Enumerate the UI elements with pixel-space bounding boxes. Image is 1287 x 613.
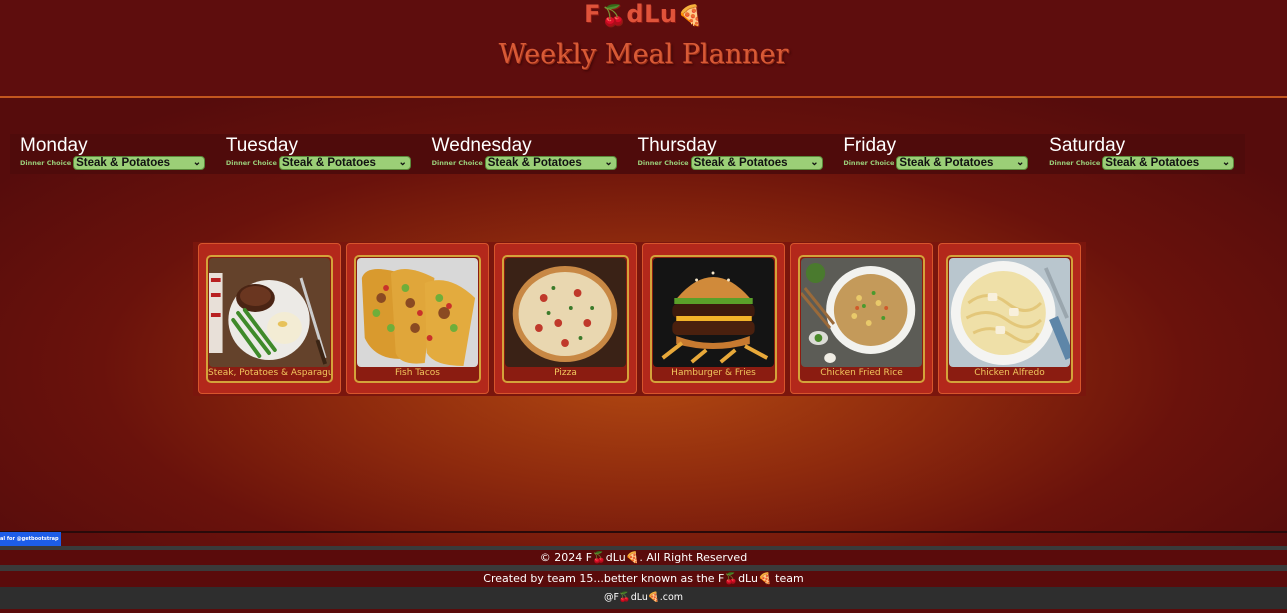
select-value: Steak & Potatoes — [693, 157, 788, 169]
meal-cards-strip: Steak, Potatoes & Asparagus Fish Tacos P… — [193, 242, 1086, 396]
meal-card-steak[interactable]: Steak, Potatoes & Asparagus — [198, 243, 341, 394]
day-thursday: Thursday Dinner Choice Steak & Potatoes ⌄ — [627, 134, 833, 174]
meal-card-pizza[interactable]: Pizza — [494, 243, 637, 394]
select-value: Steak & Potatoes — [281, 157, 376, 169]
footer-top-divider — [0, 531, 1287, 533]
meal-name: Chicken Fried Rice — [820, 368, 903, 378]
dinner-choice-select[interactable]: Steak & Potatoes ⌄ — [1102, 156, 1235, 170]
dinner-choice-label: Dinner Choice — [225, 159, 277, 167]
page-title: Weekly Meal Planner — [498, 39, 789, 70]
select-value: Steak & Potatoes — [899, 157, 994, 169]
dinner-choice-label: Dinner Choice — [431, 159, 483, 167]
pizza-image — [505, 258, 626, 367]
day-monday: Monday Dinner Choice Steak & Potatoes ⌄ — [10, 134, 216, 174]
day-tuesday: Tuesday Dinner Choice Steak & Potatoes ⌄ — [216, 134, 422, 174]
meal-card-chicken-alfredo[interactable]: Chicken Alfredo — [938, 243, 1081, 394]
dinner-choice-label: Dinner Choice — [20, 159, 72, 167]
day-friday: Friday Dinner Choice Steak & Potatoes ⌄ — [833, 134, 1039, 174]
chevron-down-icon: ⌄ — [1221, 157, 1231, 168]
chevron-down-icon: ⌄ — [604, 157, 613, 168]
chevron-down-icon: ⌄ — [1016, 157, 1025, 168]
dinner-choice-select[interactable]: Steak & Potatoes ⌄ — [896, 156, 1029, 170]
dinner-choice-label: Dinner Choice — [1049, 159, 1101, 167]
meal-card-chicken-fried-rice[interactable]: Chicken Fried Rice — [790, 243, 933, 394]
fish-tacos-image — [357, 258, 478, 367]
meal-name: Fish Tacos — [395, 368, 440, 378]
dinner-choice-select[interactable]: Steak & Potatoes ⌄ — [73, 156, 206, 170]
meal-name: Hamburger & Fries — [671, 368, 756, 378]
weekday-selector-row: Monday Dinner Choice Steak & Potatoes ⌄ T… — [10, 134, 1245, 174]
meal-card-frame: Fish Tacos — [354, 255, 481, 383]
site-header: F🍒dLu🍕 Weekly Meal Planner — [0, 0, 1287, 98]
dinner-choice-select[interactable]: Steak & Potatoes ⌄ — [690, 156, 823, 170]
day-name: Monday — [20, 135, 88, 156]
select-value: Steak & Potatoes — [76, 157, 171, 169]
day-name: Thursday — [637, 135, 717, 156]
chevron-down-icon: ⌄ — [810, 157, 819, 168]
dinner-choice-select[interactable]: Steak & Potatoes ⌄ — [278, 156, 411, 170]
meal-card-frame: Chicken Alfredo — [946, 255, 1073, 383]
footer-copyright: © 2024 F🍒dLu🍕. All Right Reserved — [0, 550, 1287, 565]
chicken-alfredo-image — [949, 258, 1070, 367]
day-saturday: Saturday Dinner Choice Steak & Potatoes ⌄ — [1039, 134, 1245, 174]
cherry-icon: 🍒 — [601, 3, 627, 27]
select-value: Steak & Potatoes — [1105, 157, 1200, 169]
meal-card-fish-tacos[interactable]: Fish Tacos — [346, 243, 489, 394]
select-value: Steak & Potatoes — [487, 157, 582, 169]
meal-card-hamburger[interactable]: Hamburger & Fries — [642, 243, 785, 394]
meal-name: Pizza — [554, 368, 577, 378]
dinner-choice-label: Dinner Choice — [843, 159, 895, 167]
meal-card-frame: Steak, Potatoes & Asparagus — [206, 255, 333, 383]
chevron-down-icon: ⌄ — [398, 157, 407, 168]
meal-name: Chicken Alfredo — [974, 368, 1045, 378]
chevron-down-icon: ⌄ — [192, 157, 202, 168]
bootstrap-tooltip-badge[interactable]: al for @getbootstrap — [0, 532, 61, 547]
day-name: Saturday — [1049, 135, 1126, 156]
pizza-icon: 🍕 — [677, 3, 703, 27]
dinner-choice-label: Dinner Choice — [637, 159, 689, 167]
day-name: Wednesday — [431, 135, 532, 156]
day-name: Tuesday — [225, 135, 298, 156]
meal-name: Steak, Potatoes & Asparagus — [208, 368, 333, 378]
meal-card-frame: Chicken Fried Rice — [798, 255, 925, 383]
day-name: Friday — [843, 135, 897, 156]
hamburger-fries-image — [653, 258, 774, 367]
logo-text-dlu: dLu — [626, 0, 678, 28]
meal-card-frame: Pizza — [502, 255, 629, 383]
steak-potatoes-image — [209, 258, 330, 367]
footer-bottom-bar — [0, 609, 1287, 613]
footer-handle[interactable]: @F🍒dLu🍕.com — [0, 587, 1287, 609]
meal-card-frame: Hamburger & Fries — [650, 255, 777, 383]
chicken-fried-rice-image — [801, 258, 922, 367]
brand-logo[interactable]: F🍒dLu🍕 — [0, 0, 1287, 28]
footer-credit: Created by team 15...better known as the… — [0, 571, 1287, 587]
dinner-choice-select[interactable]: Steak & Potatoes ⌄ — [484, 156, 617, 170]
logo-text-f: F — [584, 0, 602, 28]
day-wednesday: Wednesday Dinner Choice Steak & Potatoes… — [422, 134, 628, 174]
